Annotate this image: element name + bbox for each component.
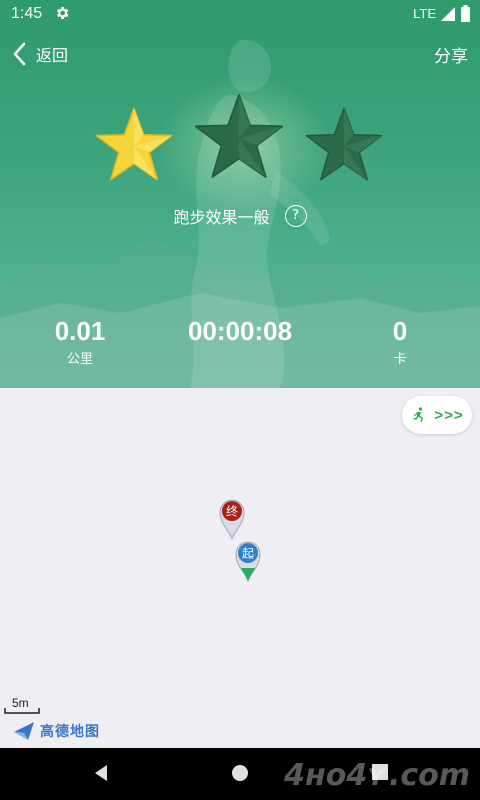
- map-scale-bar: [4, 708, 40, 714]
- watermark: 4ʜᴏ4ʏ.com: [284, 758, 470, 793]
- end-marker-label: 终: [226, 504, 238, 519]
- run-mode-button[interactable]: >>>: [402, 396, 472, 434]
- duration-value: 00:00:08: [187, 316, 293, 346]
- calories-unit: 卡: [393, 352, 407, 367]
- nav-home-icon[interactable]: [231, 764, 249, 782]
- distance-stat: 0.01 公里: [40, 316, 120, 367]
- star-filled-icon: [95, 107, 173, 181]
- star-empty-icon: [194, 94, 284, 178]
- effect-row: 跑步效果一般 ?: [0, 204, 480, 228]
- distance-unit: 公里: [66, 352, 93, 367]
- start-marker-icon[interactable]: 起: [233, 538, 263, 582]
- running-person-icon: [414, 407, 424, 422]
- share-button[interactable]: 分享: [434, 42, 468, 67]
- battery-icon: [461, 5, 470, 22]
- calories-stat: 0 卡: [360, 316, 440, 367]
- network-type: LTE: [413, 6, 436, 21]
- settings-gear-icon: [56, 7, 69, 19]
- nav-back-icon[interactable]: [92, 764, 110, 782]
- effect-text: 跑步效果一般: [173, 208, 270, 227]
- status-bar: 1:45 LTE: [0, 0, 480, 28]
- start-marker-label: 起: [242, 547, 254, 561]
- distance-value: 0.01: [54, 316, 106, 346]
- amap-logo: 高德地图: [12, 720, 100, 742]
- calories-value: 0: [392, 316, 408, 346]
- route-map[interactable]: >>> 终 起 5m 高德地图: [0, 388, 480, 748]
- back-label: 返回: [36, 46, 69, 65]
- signal-icon: [441, 7, 455, 21]
- star-empty-icon: [305, 107, 383, 181]
- help-icon[interactable]: ?: [284, 205, 307, 227]
- end-marker-icon[interactable]: 终: [217, 496, 247, 540]
- duration-stat: 00:00:08: [160, 316, 320, 346]
- run-mode-arrows: >>>: [434, 406, 464, 424]
- back-button[interactable]: 返回: [12, 40, 68, 68]
- amap-logo-text: 高德地图: [40, 724, 100, 740]
- chevron-left-icon: [13, 42, 26, 66]
- status-time: 1:45: [11, 5, 43, 22]
- amap-logo-icon: [14, 722, 34, 740]
